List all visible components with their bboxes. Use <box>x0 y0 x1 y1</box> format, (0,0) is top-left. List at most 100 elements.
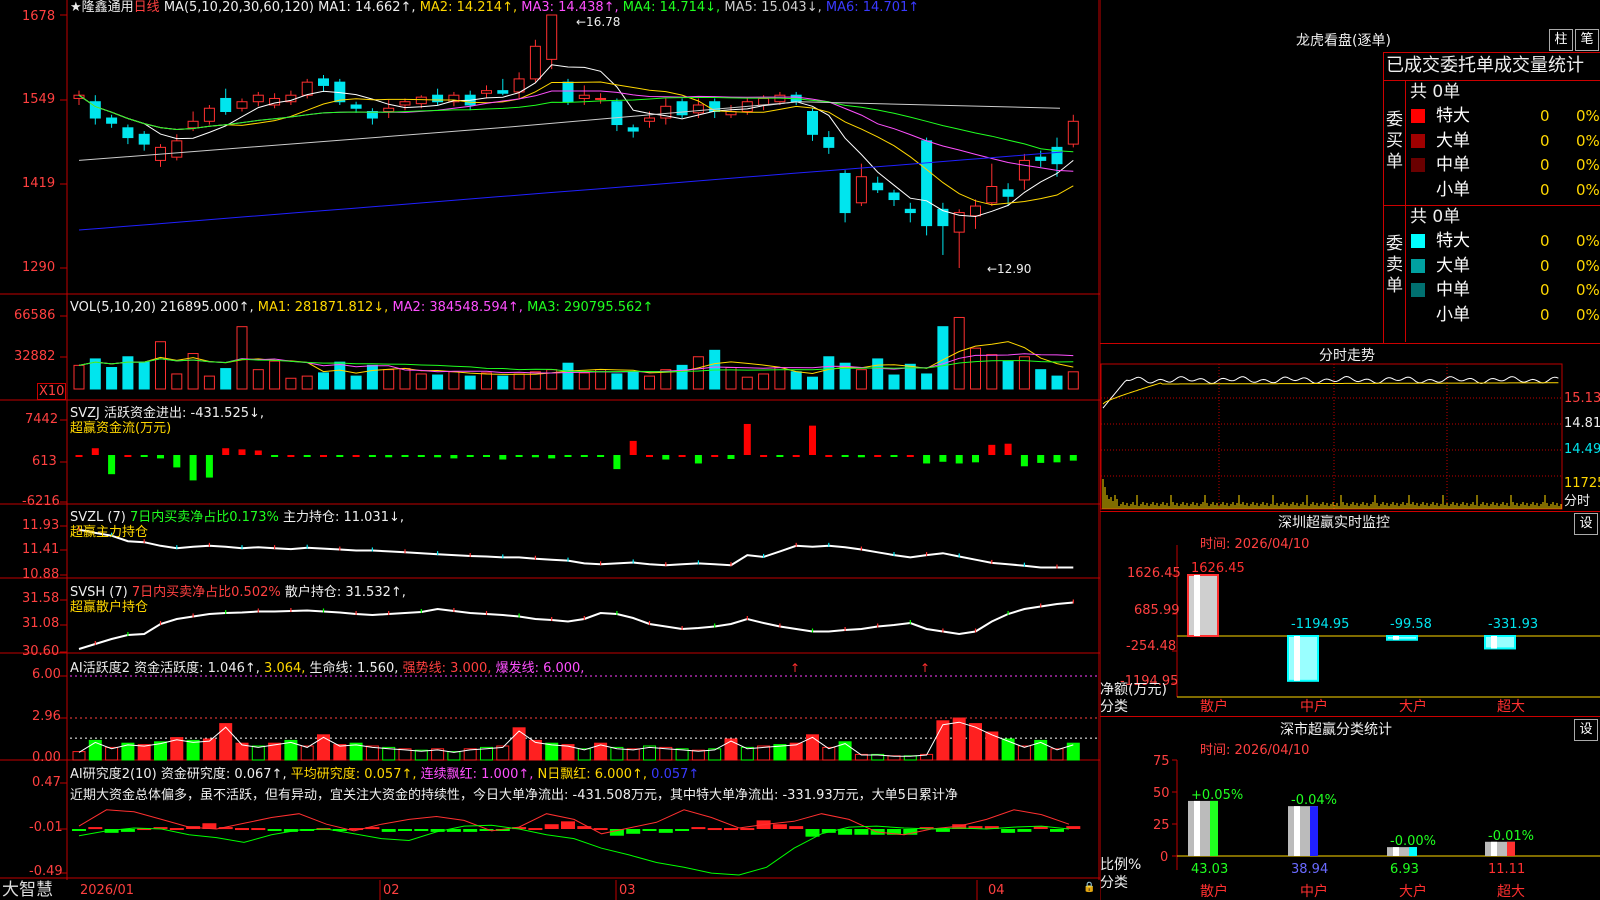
svzj-name: SVZJ <box>70 406 100 421</box>
row-label: 小单 <box>1436 304 1470 325</box>
ma6-value: MA6: 14.701↑ <box>825 0 920 15</box>
svzj-bar <box>1069 455 1077 461</box>
svzj-bar <box>287 455 295 457</box>
svsh-hold: 散户持仓: 31.532↑, <box>284 585 406 600</box>
ai1-lifeline: 生命线: 1.560, <box>309 661 399 676</box>
svzj-bar <box>401 455 409 457</box>
ai2-bar <box>675 829 690 831</box>
svzj-bar <box>124 455 132 457</box>
vol-ma3: MA3: 290795.562↑ <box>527 300 654 315</box>
svzj-value: 活跃资金进出: -431.525↓, <box>104 406 265 421</box>
row-pct: 0% <box>1576 281 1600 299</box>
row-count: 0 <box>1540 232 1550 250</box>
tick-mode-button[interactable]: 笔 <box>1575 29 1599 51</box>
sz-class-unit: 比例% <box>1100 857 1142 873</box>
volume-bar <box>236 326 248 390</box>
sz-monitor-bar <box>1386 635 1418 641</box>
svzl-line <box>78 528 1074 569</box>
sz-class-ratio-label: 11.11 <box>1488 862 1525 877</box>
sz-class-axis-tick: 25 <box>1153 818 1170 833</box>
legend-swatch <box>1411 133 1425 148</box>
volume-bar <box>252 369 264 390</box>
ai2-value-e: 0.057↑ <box>651 767 700 782</box>
sz-monitor-settings-button[interactable]: 设 <box>1574 513 1598 535</box>
ai1-name: AI活跃度2 <box>70 661 130 676</box>
svzj-axis-tick: -6216 <box>22 494 60 509</box>
buy-orders: 共 0单 特大 0 0% 大单 0 0% 中单 0 0% 小单 0 0% <box>1410 81 1600 203</box>
star-icon[interactable]: ★ <box>70 0 82 15</box>
svzj-bar <box>1020 455 1028 467</box>
svzj-bar <box>417 455 425 457</box>
svzl-axis-tick: 11.93 <box>22 518 60 533</box>
svsh-tick <box>648 621 651 625</box>
svzl-tick <box>208 542 210 547</box>
sz-class-settings-button[interactable]: 设 <box>1574 719 1598 741</box>
svzl-tick <box>567 557 569 562</box>
candle-body <box>546 14 558 60</box>
candle-body <box>252 94 264 103</box>
svzl-tick <box>665 562 667 567</box>
candle-body <box>301 81 313 96</box>
row-count: 0 <box>1540 156 1550 174</box>
svzj-bar <box>988 444 996 455</box>
svsh-tick <box>583 616 585 620</box>
candle-body <box>904 208 916 214</box>
sz-monitor-value-label: -1194.95 <box>1291 617 1349 632</box>
ai1-bar <box>822 746 836 761</box>
sz-class-axis-tick: 50 <box>1153 786 1170 801</box>
candle-body <box>220 97 232 113</box>
row-count: 0 <box>1540 281 1550 299</box>
svzj-bar <box>75 455 83 457</box>
stock-name[interactable]: 隆鑫通用 <box>82 0 134 15</box>
candle-body <box>709 101 721 113</box>
ma1-value: MA1: 14.662↑, <box>318 0 416 15</box>
row-pct: 0% <box>1576 131 1600 150</box>
sz-class-axis-tick: 0 <box>1160 850 1169 865</box>
ai1-bar <box>251 745 265 761</box>
vol-header: VOL(5,10,20) 216895.000↑, MA1: 281871.81… <box>70 301 653 314</box>
chart-area[interactable]: ↑ ↑ ★隆鑫通用日线 MA(5,10,20,30,60,120) MA1: 14… <box>0 0 1100 900</box>
candle-body <box>676 101 688 116</box>
svsh-tick <box>192 613 194 618</box>
volume-bar <box>644 375 655 390</box>
sz-monitor-axis-tick: -254.48 <box>1126 639 1177 654</box>
sz-monitor-bar <box>1287 635 1319 682</box>
svzj-bar <box>222 448 230 455</box>
ai1-bar <box>626 748 640 761</box>
svzj-bar <box>580 455 588 457</box>
svzj-bar <box>890 455 898 457</box>
volume-bar <box>855 369 867 390</box>
ai2-research-line <box>78 824 1070 876</box>
ma5-value: MA5: 15.043↓, <box>724 0 822 15</box>
lock-icon[interactable]: 🔒 <box>1083 882 1095 893</box>
ai2-bar <box>398 829 412 831</box>
ai1-bar <box>137 744 151 761</box>
chart-canvas[interactable]: ↑ ↑ <box>0 0 1100 900</box>
intraday-volume-series <box>1102 479 1562 509</box>
volume-bar <box>790 371 802 390</box>
ai1-bar <box>952 717 966 761</box>
svzj-bar <box>1037 455 1045 463</box>
intraday-axis-tick: 15.13 <box>1564 391 1600 406</box>
sz-monitor-axis-tick: 685.99 <box>1134 603 1180 618</box>
sz-class-bar-accent <box>1310 806 1318 856</box>
svzj-series <box>75 423 1077 481</box>
svsh-tick <box>453 608 455 612</box>
bar-mode-button[interactable]: 柱 <box>1549 29 1573 51</box>
svsh-tick <box>551 617 553 621</box>
svsh-tick <box>225 610 227 614</box>
ai2-axis-tick: 0.47 <box>32 775 61 790</box>
period-label[interactable]: 日线 <box>134 0 160 15</box>
svzj-bar <box>450 455 458 459</box>
sz-monitor-category-label: 超大 <box>1497 699 1525 715</box>
svzj-bar <box>254 450 262 455</box>
svzj-bar <box>972 455 979 463</box>
ma-params: MA(5,10,20,30,60,120) <box>163 0 314 15</box>
svzj-bar <box>825 455 833 457</box>
ai1-header: AI活跃度2 资金活跃度: 1.046↑, 3.064, 生命线: 1.560,… <box>70 662 584 675</box>
sz-monitor-category-label: 中户 <box>1300 698 1328 715</box>
ai2-bar <box>169 828 184 831</box>
svzj-bar <box>792 455 800 457</box>
row-label: 大单 <box>1436 130 1470 151</box>
svzj-bar <box>809 425 816 455</box>
